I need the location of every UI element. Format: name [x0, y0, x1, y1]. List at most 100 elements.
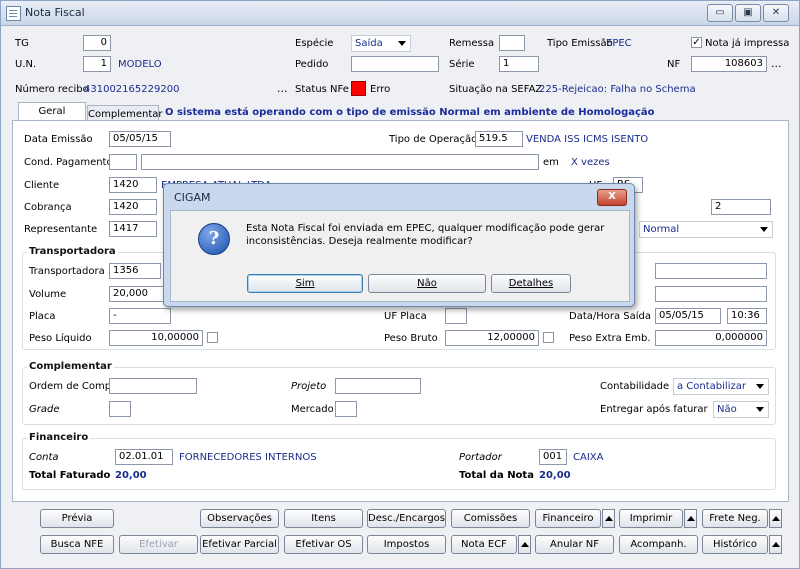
restore-button[interactable]: ▣: [735, 4, 761, 22]
recibo-value: 431002165229200: [84, 84, 180, 95]
contabilidade-value: a Contabilizar: [677, 381, 746, 392]
data-saida-input[interactable]: 05/05/15: [655, 308, 721, 324]
historico-menu-arrow-icon[interactable]: [769, 535, 782, 554]
title-bar: Nota Fiscal ▭ ▣ ✕: [1, 1, 799, 26]
cobranca-input[interactable]: 1420: [109, 199, 157, 215]
question-icon: ?: [198, 223, 230, 255]
efetivar-parcial-button[interactable]: Efetivar Parcial: [200, 535, 279, 554]
tipo-operacao-input[interactable]: 519.5: [475, 131, 523, 147]
volume-right-input[interactable]: [655, 286, 767, 302]
busca-nfe-button[interactable]: Busca NFE: [40, 535, 114, 554]
recibo-lookup-button[interactable]: ...: [277, 82, 288, 95]
entregar-label: Entregar após faturar: [600, 404, 708, 415]
tipo-emissao-value: EPEC: [606, 38, 632, 49]
cond-pagamento-code-input[interactable]: [109, 154, 137, 170]
detalhes-button[interactable]: Detalhes: [491, 274, 571, 293]
nota-ecf-menu-arrow-icon[interactable]: [518, 535, 531, 554]
historico-button[interactable]: Histórico: [702, 535, 768, 554]
un-label: U.N.: [15, 59, 37, 70]
contabilidade-select[interactable]: a Contabilizar: [673, 378, 769, 395]
efetivar-os-button[interactable]: Efetivar OS: [284, 535, 363, 554]
transportadora-right-input[interactable]: [655, 263, 767, 279]
frete-neg-button[interactable]: Frete Neg.: [702, 509, 768, 528]
previa-button[interactable]: Prévia: [40, 509, 114, 528]
portador-desc: CAIXA: [573, 452, 604, 463]
dialog-close-button[interactable]: X: [597, 189, 627, 206]
observacoes-button[interactable]: Observações: [200, 509, 279, 528]
environment-banner: O sistema está operando com o tipo de em…: [165, 107, 655, 118]
ordem-compra-label: Ordem de Compra: [29, 381, 122, 392]
acompanh-button[interactable]: Acompanh.: [619, 535, 698, 554]
nf-input[interactable]: 108603: [691, 56, 767, 72]
total-nota-value: 20,00: [539, 470, 571, 481]
chevron-down-icon: [756, 407, 764, 412]
nota-impressa-checkbox[interactable]: ✓: [691, 37, 702, 48]
nf-lookup-button[interactable]: ...: [771, 57, 782, 70]
hora-saida-input[interactable]: 10:36: [727, 308, 767, 324]
peso-bruto-checkbox[interactable]: [543, 332, 554, 343]
cobranca-label: Cobrança: [24, 202, 72, 213]
transportadora-label: Transportadora: [29, 266, 105, 277]
tipo-emissao-label: Tipo Emissão: [547, 38, 613, 49]
cobranca-field2-input[interactable]: 2: [711, 199, 771, 215]
peso-liquido-checkbox[interactable]: [207, 332, 218, 343]
efetivar-button[interactable]: Efetivar: [119, 535, 198, 554]
situacao-value: 225-Rejeicao: Falha no Schema: [539, 84, 696, 95]
ordem-compra-input[interactable]: [109, 378, 197, 394]
impostos-button[interactable]: Impostos: [367, 535, 446, 554]
imprimir-button[interactable]: Imprimir: [619, 509, 683, 528]
serie-input[interactable]: 1: [499, 56, 539, 72]
cliente-input[interactable]: 1420: [109, 177, 157, 193]
nota-ecf-button[interactable]: Nota ECF: [451, 535, 517, 554]
peso-liquido-input[interactable]: 10,00000: [109, 330, 203, 346]
data-emissao-label: Data Emissão: [24, 134, 93, 145]
status-nfe-value: Erro: [370, 84, 391, 95]
itens-button[interactable]: Itens: [284, 509, 363, 528]
financeiro-menu-arrow-icon[interactable]: [602, 509, 615, 528]
status-nfe-label: Status NFe: [295, 84, 349, 95]
geral-panel: Data Emissão 05/05/15 Tipo de Operação 5…: [12, 120, 789, 502]
status-indicator-icon: [351, 81, 366, 96]
normal-select[interactable]: Normal: [639, 221, 773, 238]
situacao-label: Situação na SEFAZ: [449, 84, 543, 95]
dialog-message-line1: Esta Nota Fiscal foi enviada em EPEC, qu…: [246, 223, 605, 234]
un-name: MODELO: [118, 59, 162, 70]
close-button[interactable]: ✕: [763, 4, 789, 22]
frete-menu-arrow-icon[interactable]: [769, 509, 782, 528]
un-input[interactable]: 1: [83, 56, 111, 72]
uf-placa-input[interactable]: [445, 308, 467, 324]
comissoes-button[interactable]: Comissões: [451, 509, 530, 528]
financeiro-button[interactable]: Financeiro: [535, 509, 601, 528]
confirm-dialog: CIGAM X ? Esta Nota Fiscal foi enviada e…: [163, 183, 635, 307]
conta-desc: FORNECEDORES INTERNOS: [179, 452, 317, 463]
projeto-input[interactable]: [335, 378, 421, 394]
anular-nf-button[interactable]: Anular NF: [535, 535, 614, 554]
sim-button[interactable]: Sim: [247, 274, 363, 293]
placa-input[interactable]: -: [109, 308, 171, 324]
mercado-input[interactable]: [335, 401, 357, 417]
minimize-button[interactable]: ▭: [707, 4, 733, 22]
transportadora-input[interactable]: 1356: [109, 263, 161, 279]
cond-pagamento-desc-input[interactable]: [141, 154, 539, 170]
desc-encargos-button[interactable]: Desc./Encargos: [367, 509, 446, 528]
imprimir-menu-arrow-icon[interactable]: [684, 509, 697, 528]
peso-bruto-input[interactable]: 12,00000: [445, 330, 539, 346]
volume-input[interactable]: 20,000: [109, 286, 165, 302]
representante-input[interactable]: 1417: [109, 221, 157, 237]
especie-select[interactable]: Saída: [351, 35, 411, 52]
total-nota-label: Total da Nota: [459, 470, 534, 481]
nota-impressa-label: Nota já impressa: [705, 38, 790, 49]
contabilidade-label: Contabilidade: [600, 381, 670, 392]
tg-input[interactable]: 0: [83, 35, 111, 51]
grade-input[interactable]: [109, 401, 131, 417]
data-emissao-input[interactable]: 05/05/15: [109, 131, 171, 147]
pedido-input[interactable]: [351, 56, 439, 72]
portador-input[interactable]: 001: [539, 449, 567, 465]
projeto-label: Projeto: [291, 381, 327, 392]
tipo-operacao-label: Tipo de Operação: [389, 134, 478, 145]
remessa-input[interactable]: [499, 35, 525, 51]
peso-extra-input[interactable]: 0,000000: [655, 330, 767, 346]
nao-button[interactable]: Não: [368, 274, 486, 293]
conta-input[interactable]: 02.01.01: [115, 449, 173, 465]
entregar-select[interactable]: Não: [713, 401, 769, 418]
